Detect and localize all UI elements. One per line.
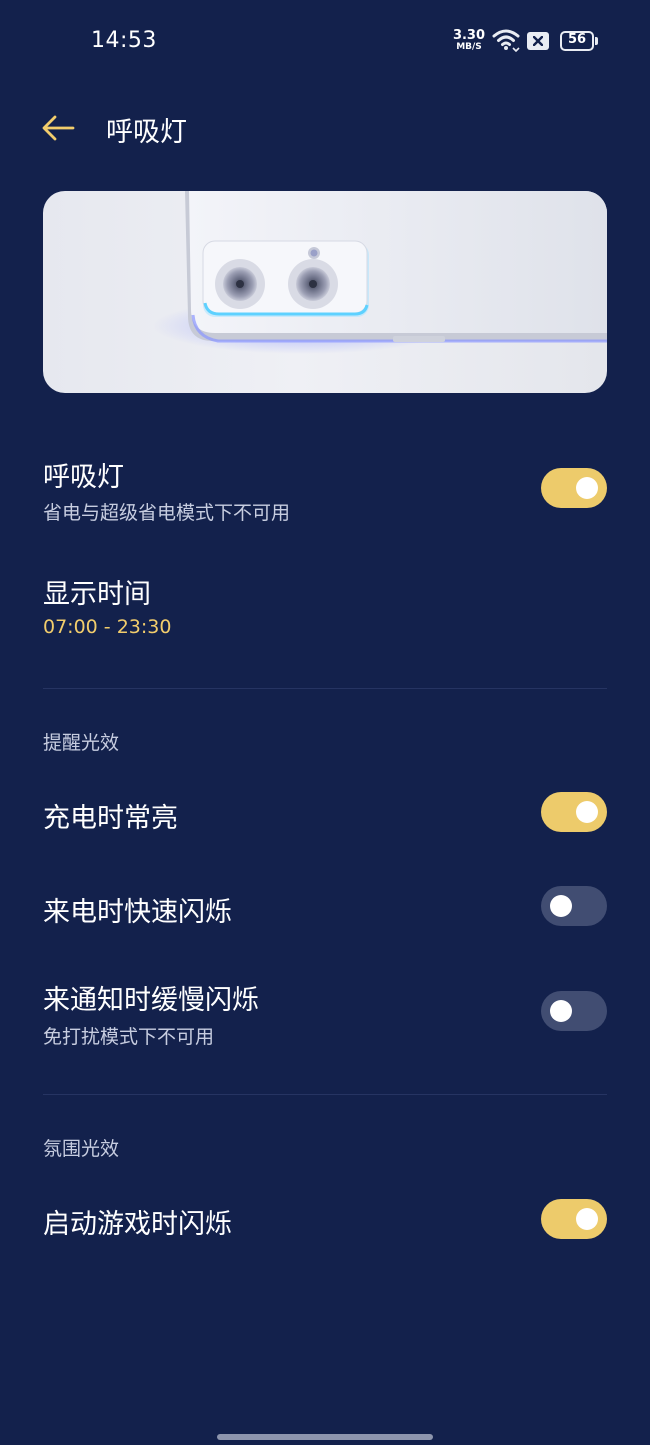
page-title: 呼吸灯 xyxy=(106,117,187,148)
breathing-light-toggle[interactable] xyxy=(541,468,607,508)
network-speed: 3.30 MB/S xyxy=(452,29,486,52)
network-speed-unit: MB/S xyxy=(456,42,482,52)
toggle-knob xyxy=(576,477,598,499)
hero-illustration xyxy=(43,191,607,393)
toggle-knob xyxy=(550,1000,572,1022)
home-indicator[interactable] xyxy=(217,1434,433,1440)
display-time-title: 显示时间 xyxy=(43,579,151,610)
game-launch-flash-toggle[interactable] xyxy=(541,1199,607,1239)
breathing-light-subtitle: 省电与超级省电模式下不可用 xyxy=(43,502,291,524)
sim-blocked-icon xyxy=(527,32,549,50)
status-time: 14:53 xyxy=(91,28,157,53)
notification-flash-title: 来通知时缓慢闪烁 xyxy=(43,985,259,1016)
toggle-knob xyxy=(576,1208,598,1230)
charging-light-toggle[interactable] xyxy=(541,792,607,832)
notification-flash-subtitle: 免打扰模式下不可用 xyxy=(43,1026,215,1048)
notification-flash-toggle[interactable] xyxy=(541,991,607,1031)
incoming-call-flash-title: 来电时快速闪烁 xyxy=(43,897,232,928)
display-time-value: 07:00 - 23:30 xyxy=(43,616,172,638)
wifi-icon xyxy=(492,28,520,53)
divider xyxy=(43,688,607,689)
section-header-ambient: 氛围光效 xyxy=(43,1138,120,1160)
incoming-call-flash-toggle[interactable] xyxy=(541,886,607,926)
breathing-light-title: 呼吸灯 xyxy=(43,462,124,493)
toggle-knob xyxy=(576,801,598,823)
screen: 14:53 3.30 MB/S 56 呼吸灯 呼吸灯 省电与超级省电模式下不可用… xyxy=(0,0,650,1445)
battery-level: 56 xyxy=(567,32,587,47)
divider xyxy=(43,1094,607,1095)
charging-light-title: 充电时常亮 xyxy=(43,803,178,834)
game-launch-flash-title: 启动游戏时闪烁 xyxy=(43,1209,232,1240)
battery-tip xyxy=(595,37,598,45)
battery-icon: 56 xyxy=(560,31,598,51)
toggle-knob xyxy=(550,895,572,917)
back-button[interactable] xyxy=(36,110,80,146)
arrow-left-icon xyxy=(42,115,75,141)
status-bar: 14:53 3.30 MB/S 56 xyxy=(0,0,650,84)
network-speed-value: 3.30 xyxy=(452,28,486,43)
section-header-reminder: 提醒光效 xyxy=(43,732,120,754)
